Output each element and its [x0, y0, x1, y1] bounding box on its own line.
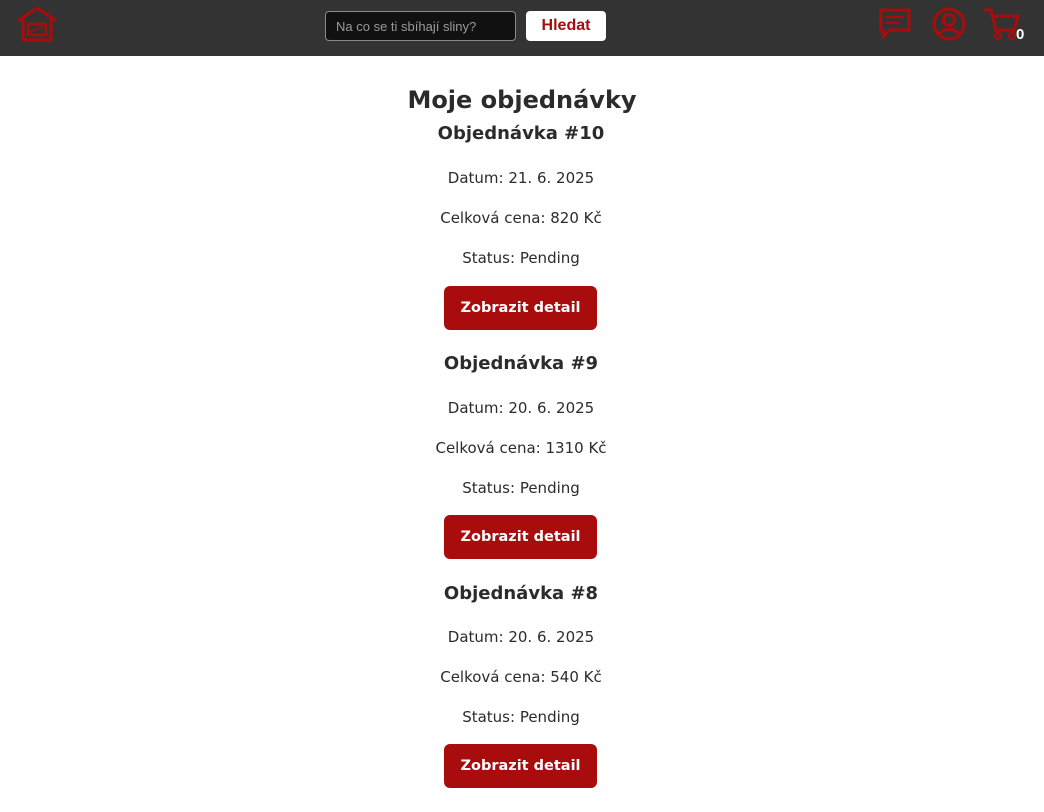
- order-date: Datum: 20. 6. 2025: [447, 399, 595, 417]
- order-card: Objednávka #9 Datum: 20. 6. 2025 Celková…: [0, 352, 1044, 582]
- search-input[interactable]: [325, 11, 516, 41]
- order-status: Status: Pending: [462, 479, 580, 497]
- order-total: Celková cena: 1310 Kč: [435, 439, 607, 457]
- order-title: Objednávka #10: [437, 123, 605, 144]
- order-status: Status: Pending: [462, 708, 580, 726]
- chat-icon[interactable]: [877, 6, 913, 42]
- cart-count-badge: 0: [1016, 26, 1025, 43]
- order-title: Objednávka #8: [443, 583, 599, 604]
- top-navigation-bar: Hledat 0: [0, 0, 1044, 56]
- order-card: Objednávka #10 Datum: 21. 6. 2025 Celkov…: [0, 122, 1044, 352]
- order-status: Status: Pending: [462, 249, 580, 267]
- orders-page: Moje objednávky Objednávka #10 Datum: 21…: [0, 56, 1044, 812]
- order-date: Datum: 21. 6. 2025: [447, 169, 595, 187]
- view-detail-button[interactable]: Zobrazit detail: [444, 515, 597, 559]
- user-circle-icon[interactable]: [931, 6, 967, 42]
- order-total: Celková cena: 540 Kč: [440, 668, 602, 686]
- order-total: Celková cena: 820 Kč: [440, 209, 602, 227]
- search-button[interactable]: Hledat: [526, 11, 606, 41]
- order-card: Objednávka #8 Datum: 20. 6. 2025 Celková…: [0, 582, 1044, 812]
- page-title: Moje objednávky: [407, 86, 637, 114]
- house-logo-icon[interactable]: [16, 4, 58, 44]
- order-title: Objednávka #9: [443, 353, 599, 374]
- view-detail-button[interactable]: Zobrazit detail: [444, 744, 597, 788]
- view-detail-button[interactable]: Zobrazit detail: [444, 286, 597, 330]
- order-date: Datum: 20. 6. 2025: [447, 628, 595, 646]
